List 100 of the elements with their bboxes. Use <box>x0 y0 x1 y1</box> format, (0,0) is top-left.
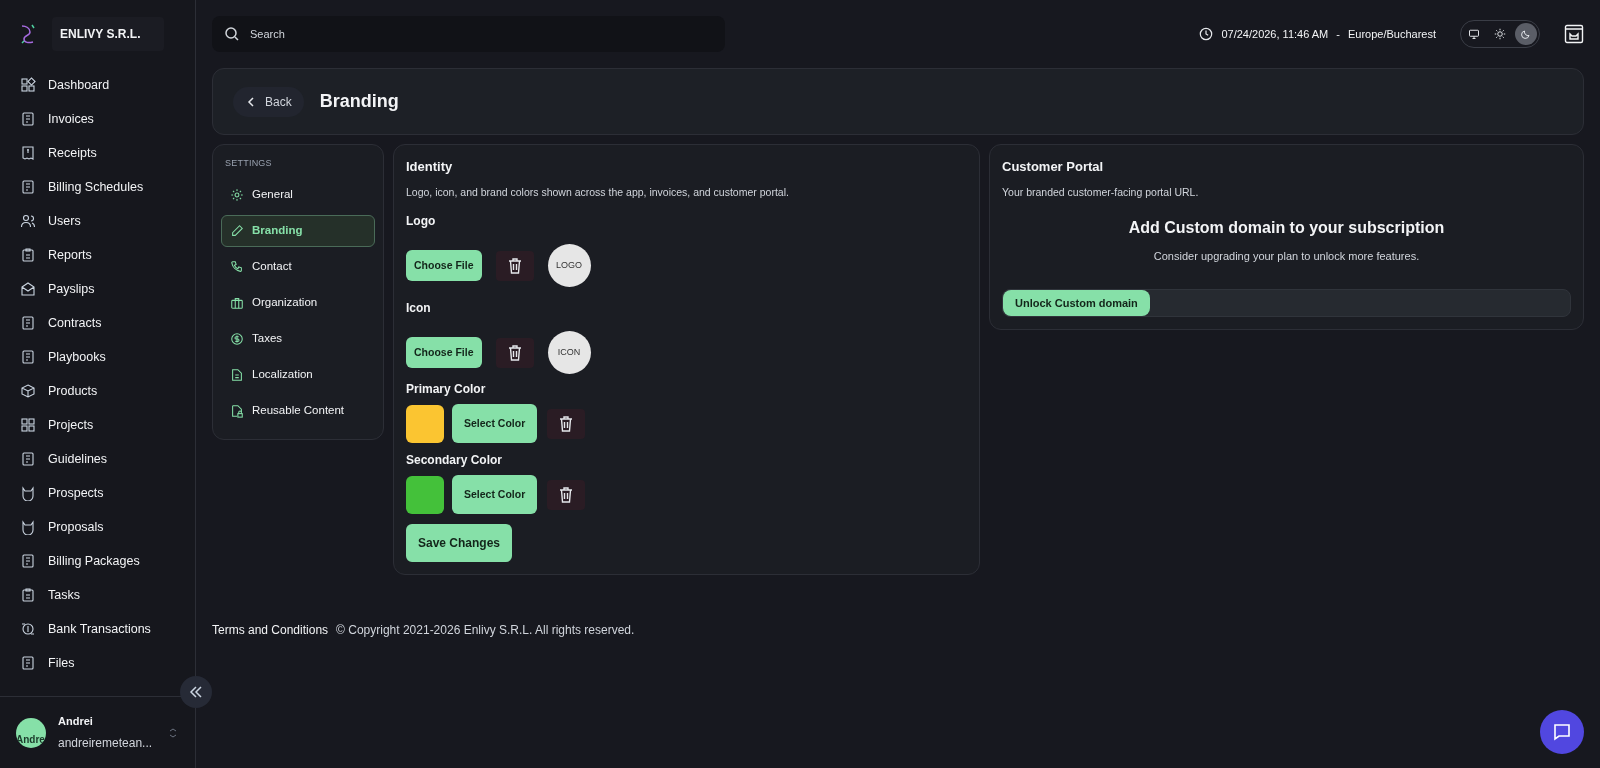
clock-icon <box>1199 27 1214 41</box>
upsell-title: Add Custom domain to your subscription <box>1127 218 1446 239</box>
sidebar-item[interactable]: Dashboard <box>12 68 183 102</box>
sidebar-item[interactable]: Invoices <box>12 102 183 136</box>
sidebar-item[interactable]: Prospects <box>12 476 183 510</box>
dollar-icon <box>230 331 244 346</box>
delete-button[interactable] <box>495 250 534 281</box>
delete-button[interactable] <box>547 479 586 510</box>
sidebar-item[interactable]: Receipts <box>12 136 183 170</box>
timezone: Europe/Bucharest <box>1347 26 1436 42</box>
document-icon <box>20 451 36 467</box>
users-icon <box>20 213 36 229</box>
clipboard-icon <box>20 587 36 603</box>
field-label: Logo <box>406 213 437 231</box>
sidebar-item[interactable]: Bank Transactions <box>12 612 183 646</box>
copyright-text: © Copyright 2021-2026 Enlivy S.R.L. All rights reserved. <box>336 622 635 640</box>
sidebar-item[interactable]: Playbooks <box>12 340 183 374</box>
card-description: Your branded customer-facing portal URL. <box>1002 184 1200 200</box>
document-icon <box>20 111 36 127</box>
sidebar-item[interactable]: Guidelines <box>12 442 183 476</box>
section-heading: SETTINGS <box>224 157 273 170</box>
coin-icon <box>20 621 36 637</box>
search-field[interactable]: Search <box>212 16 725 52</box>
page-title: Branding <box>319 90 399 113</box>
search-icon <box>224 26 240 42</box>
file-lock-icon <box>230 403 244 418</box>
settings-icon <box>230 187 244 202</box>
trash-icon <box>506 256 523 275</box>
select-color-button[interactable]: Select Color <box>452 475 538 515</box>
sidebar-item[interactable]: Proposals <box>12 510 183 544</box>
grid-icon <box>20 417 36 433</box>
briefcase-icon <box>230 295 244 310</box>
card-title: Identity <box>406 158 454 176</box>
choose-file-button[interactable]: Choose File <box>406 337 482 369</box>
chevron-left-icon <box>245 95 257 108</box>
trash-icon <box>506 343 523 362</box>
sidebar-item[interactable]: Payslips <box>12 272 183 306</box>
delete-button[interactable] <box>495 337 534 368</box>
settings-nav-item[interactable]: General <box>221 178 375 211</box>
sidebar-item[interactable]: Contracts <box>12 306 183 340</box>
save-changes-button[interactable]: Save Changes <box>406 524 513 563</box>
user-email: andreiremetean... <box>58 734 154 752</box>
card-title: Customer Portal <box>1002 158 1105 176</box>
collapse-button[interactable] <box>180 676 212 708</box>
cat-face-icon <box>20 485 36 501</box>
settings-nav-item[interactable]: Localization <box>221 358 375 391</box>
field-label: Icon <box>406 300 432 318</box>
separator: - <box>1336 26 1340 42</box>
sun-icon <box>1494 28 1506 40</box>
field-label: Secondary Color <box>406 452 504 470</box>
user-avatar: Andre <box>16 717 46 748</box>
card-description: Logo, icon, and brand colors shown across the app, invoices, and customer portal. <box>406 184 790 200</box>
receipt-icon <box>20 145 36 161</box>
chevron-updown-icon[interactable] <box>167 726 179 739</box>
document-icon <box>20 349 36 365</box>
document-icon <box>20 315 36 331</box>
user-name: Andrei <box>58 714 94 730</box>
date-time: 07/24/2026, 11:46 AM <box>1221 26 1329 42</box>
settings-nav-item[interactable]: Contact <box>221 250 375 283</box>
delete-button[interactable] <box>547 408 586 439</box>
select-color-button[interactable]: Select Color <box>452 404 538 444</box>
sidebar-item[interactable]: Users <box>12 204 183 238</box>
settings-nav-item[interactable]: Taxes <box>221 322 375 355</box>
monitor-icon <box>1468 28 1480 40</box>
cat-face-icon <box>20 519 36 535</box>
document-icon <box>20 179 36 195</box>
cat-window-icon[interactable] <box>1564 24 1584 44</box>
choose-file-button[interactable]: Choose File <box>406 250 482 282</box>
field-label: Primary Color <box>406 381 487 399</box>
company-name[interactable]: ENLIVY S.R.L. <box>52 17 164 51</box>
moon-icon <box>1520 28 1532 40</box>
pencil-icon <box>230 223 244 238</box>
envelope-icon <box>20 281 36 297</box>
document-icon <box>20 655 36 671</box>
back-button[interactable]: Back <box>233 86 304 117</box>
sidebar-item[interactable]: Products <box>12 374 183 408</box>
clipboard-icon <box>20 247 36 263</box>
sidebar-item[interactable]: Billing Schedules <box>12 170 183 204</box>
phone-icon <box>230 259 244 274</box>
sidebar-item[interactable]: Projects <box>12 408 183 442</box>
document-icon <box>20 553 36 569</box>
color-swatch[interactable] <box>406 404 444 443</box>
settings-nav-item[interactable]: Reusable Content <box>221 394 375 427</box>
theme-mode-button[interactable] <box>1515 23 1537 45</box>
color-swatch[interactable] <box>406 475 444 514</box>
settings-nav-item[interactable]: Organization <box>221 286 375 319</box>
sidebar-item[interactable]: Tasks <box>12 578 183 612</box>
chat-icon <box>1552 722 1572 742</box>
double-chevron-icon <box>188 684 204 700</box>
unlock-custom-domain-button[interactable]: Unlock Custom domain <box>1003 289 1150 316</box>
terms-link[interactable]: Terms and Conditions <box>212 621 329 640</box>
settings-nav-item[interactable]: Branding <box>221 214 375 247</box>
chat-button[interactable] <box>1540 710 1584 754</box>
dashboard-icon <box>20 77 36 93</box>
upsell-text: Consider upgrading your plan to unlock more features. <box>1152 249 1421 265</box>
sidebar-item[interactable]: Files <box>12 646 183 680</box>
sidebar-item[interactable]: Billing Packages <box>12 544 183 578</box>
sidebar-item[interactable]: Reports <box>12 238 183 272</box>
file-icon <box>230 367 244 382</box>
trash-icon <box>558 414 575 433</box>
